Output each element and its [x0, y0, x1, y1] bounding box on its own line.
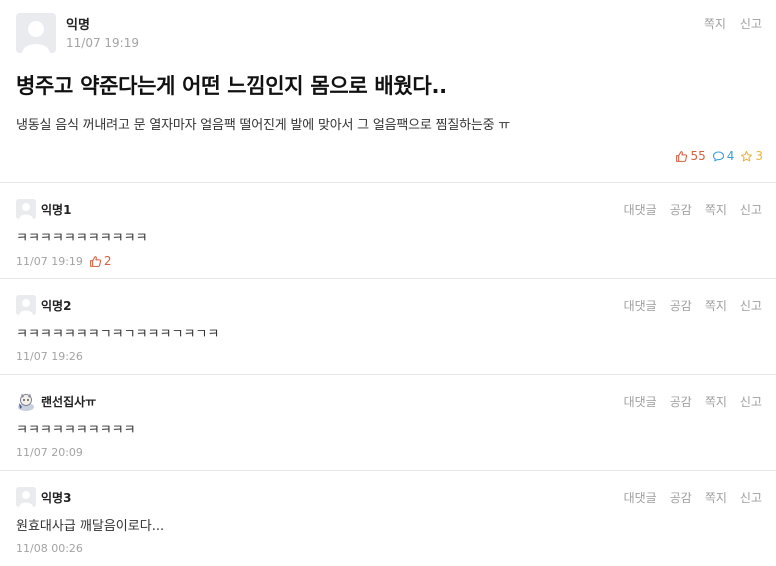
message-button[interactable]: 쪽지 [705, 297, 727, 314]
vote-button[interactable]: 공감 [670, 201, 692, 218]
comment-item: 익명1 대댓글 공감 쪽지 신고 ㅋㅋㅋㅋㅋㅋㅋㅋㅋㅋㅋ 11/07 19:19… [0, 183, 776, 279]
comment-time: 11/07 19:19 [16, 254, 83, 268]
comment-author: 익명2 [41, 299, 72, 313]
character-avatar-icon [16, 391, 36, 411]
vote-button[interactable]: 공감 [670, 393, 692, 410]
comment-time: 11/08 00:26 [16, 542, 83, 555]
comment-item: 랜선집사ㅠ 대댓글 공감 쪽지 신고 ㅋㅋㅋㅋㅋㅋㅋㅋㅋㅋ 11/07 20:0… [0, 375, 776, 471]
comment-actions: 대댓글 공감 쪽지 신고 [624, 297, 762, 314]
thumbs-up-icon [90, 255, 102, 267]
report-button[interactable]: 신고 [740, 489, 762, 506]
reply-button[interactable]: 대댓글 [624, 393, 657, 410]
reply-button[interactable]: 대댓글 [624, 297, 657, 314]
thumbs-up-icon [676, 150, 688, 162]
like-count: 2 [103, 254, 112, 268]
comment-actions: 대댓글 공감 쪽지 신고 [624, 201, 762, 218]
comment-meta: 11/07 20:09 [16, 446, 83, 459]
report-button[interactable]: 신고 [740, 393, 762, 410]
comment-actions: 대댓글 공감 쪽지 신고 [624, 393, 762, 410]
post-body: 냉동실 음식 꺼내려고 문 열자마자 얼음팩 떨어진게 발에 맞아서 그 얼음팩… [16, 118, 511, 133]
report-button[interactable]: 신고 [740, 15, 762, 32]
default-avatar-icon [16, 295, 36, 315]
default-avatar-icon [16, 13, 56, 53]
post-stats: 55 4 3 [675, 149, 763, 163]
reply-button[interactable]: 대댓글 [624, 489, 657, 506]
comment-author: 익명1 [41, 203, 72, 217]
post-scrap-count[interactable]: 3 [740, 149, 763, 163]
comment-meta: 11/08 00:26 [16, 542, 83, 555]
report-button[interactable]: 신고 [740, 297, 762, 314]
comment-author: 익명3 [41, 491, 72, 505]
message-button[interactable]: 쪽지 [705, 393, 727, 410]
reply-button[interactable]: 대댓글 [624, 201, 657, 218]
message-button[interactable]: 쪽지 [705, 201, 727, 218]
vote-button[interactable]: 공감 [670, 489, 692, 506]
comment-like-count: 2 [89, 254, 112, 268]
comment-count: 4 [726, 149, 735, 163]
post-comment-count[interactable]: 4 [712, 149, 735, 163]
post-like-count[interactable]: 55 [675, 149, 706, 163]
comment-text: ㅋㅋㅋㅋㅋㅋㅋㅋㅋㅋ [16, 423, 136, 438]
default-avatar-icon [16, 199, 36, 219]
comment-text: ㅋㅋㅋㅋㅋㅋㅋㅋㅋㅋㅋ [16, 231, 148, 246]
comment-text: ㅋㅋㅋㅋㅋㅋㅋㄱㅋㄱㅋㅋㅋㄱㅋㄱㅋ [16, 327, 220, 342]
scrap-count: 3 [755, 149, 763, 163]
comment-time: 11/07 20:09 [16, 446, 83, 459]
vote-button[interactable]: 공감 [670, 297, 692, 314]
like-count: 55 [690, 149, 706, 163]
default-avatar-icon [16, 487, 36, 507]
comment-time: 11/07 19:26 [16, 350, 83, 363]
post-author: 익명 [66, 18, 90, 33]
post-title: 병주고 약준다는게 어떤 느낌인지 몸으로 배웠다.. [16, 74, 447, 98]
article: 익명 11/07 19:19 쪽지 신고 병주고 약준다는게 어떤 느낌인지 몸… [0, 0, 776, 183]
comment-actions: 대댓글 공감 쪽지 신고 [624, 489, 762, 506]
report-button[interactable]: 신고 [740, 201, 762, 218]
message-button[interactable]: 쪽지 [705, 489, 727, 506]
comment-item: 익명2 대댓글 공감 쪽지 신고 ㅋㅋㅋㅋㅋㅋㅋㄱㅋㄱㅋㅋㅋㄱㅋㄱㅋ 11/07… [0, 279, 776, 375]
comment-icon [712, 151, 724, 161]
post-time: 11/07 19:19 [66, 36, 139, 50]
comment-meta: 11/07 19:26 [16, 350, 83, 363]
post-actions: 쪽지 신고 [704, 15, 762, 32]
comment-author: 랜선집사ㅠ [41, 395, 97, 409]
comment-item: 익명3 대댓글 공감 쪽지 신고 원효대사급 깨달음이로다... 11/08 0… [0, 471, 776, 566]
message-button[interactable]: 쪽지 [704, 15, 726, 32]
comment-meta: 11/07 19:19 2 [16, 254, 112, 268]
comment-text: 원효대사급 깨달음이로다... [16, 519, 165, 534]
star-icon [741, 150, 753, 161]
